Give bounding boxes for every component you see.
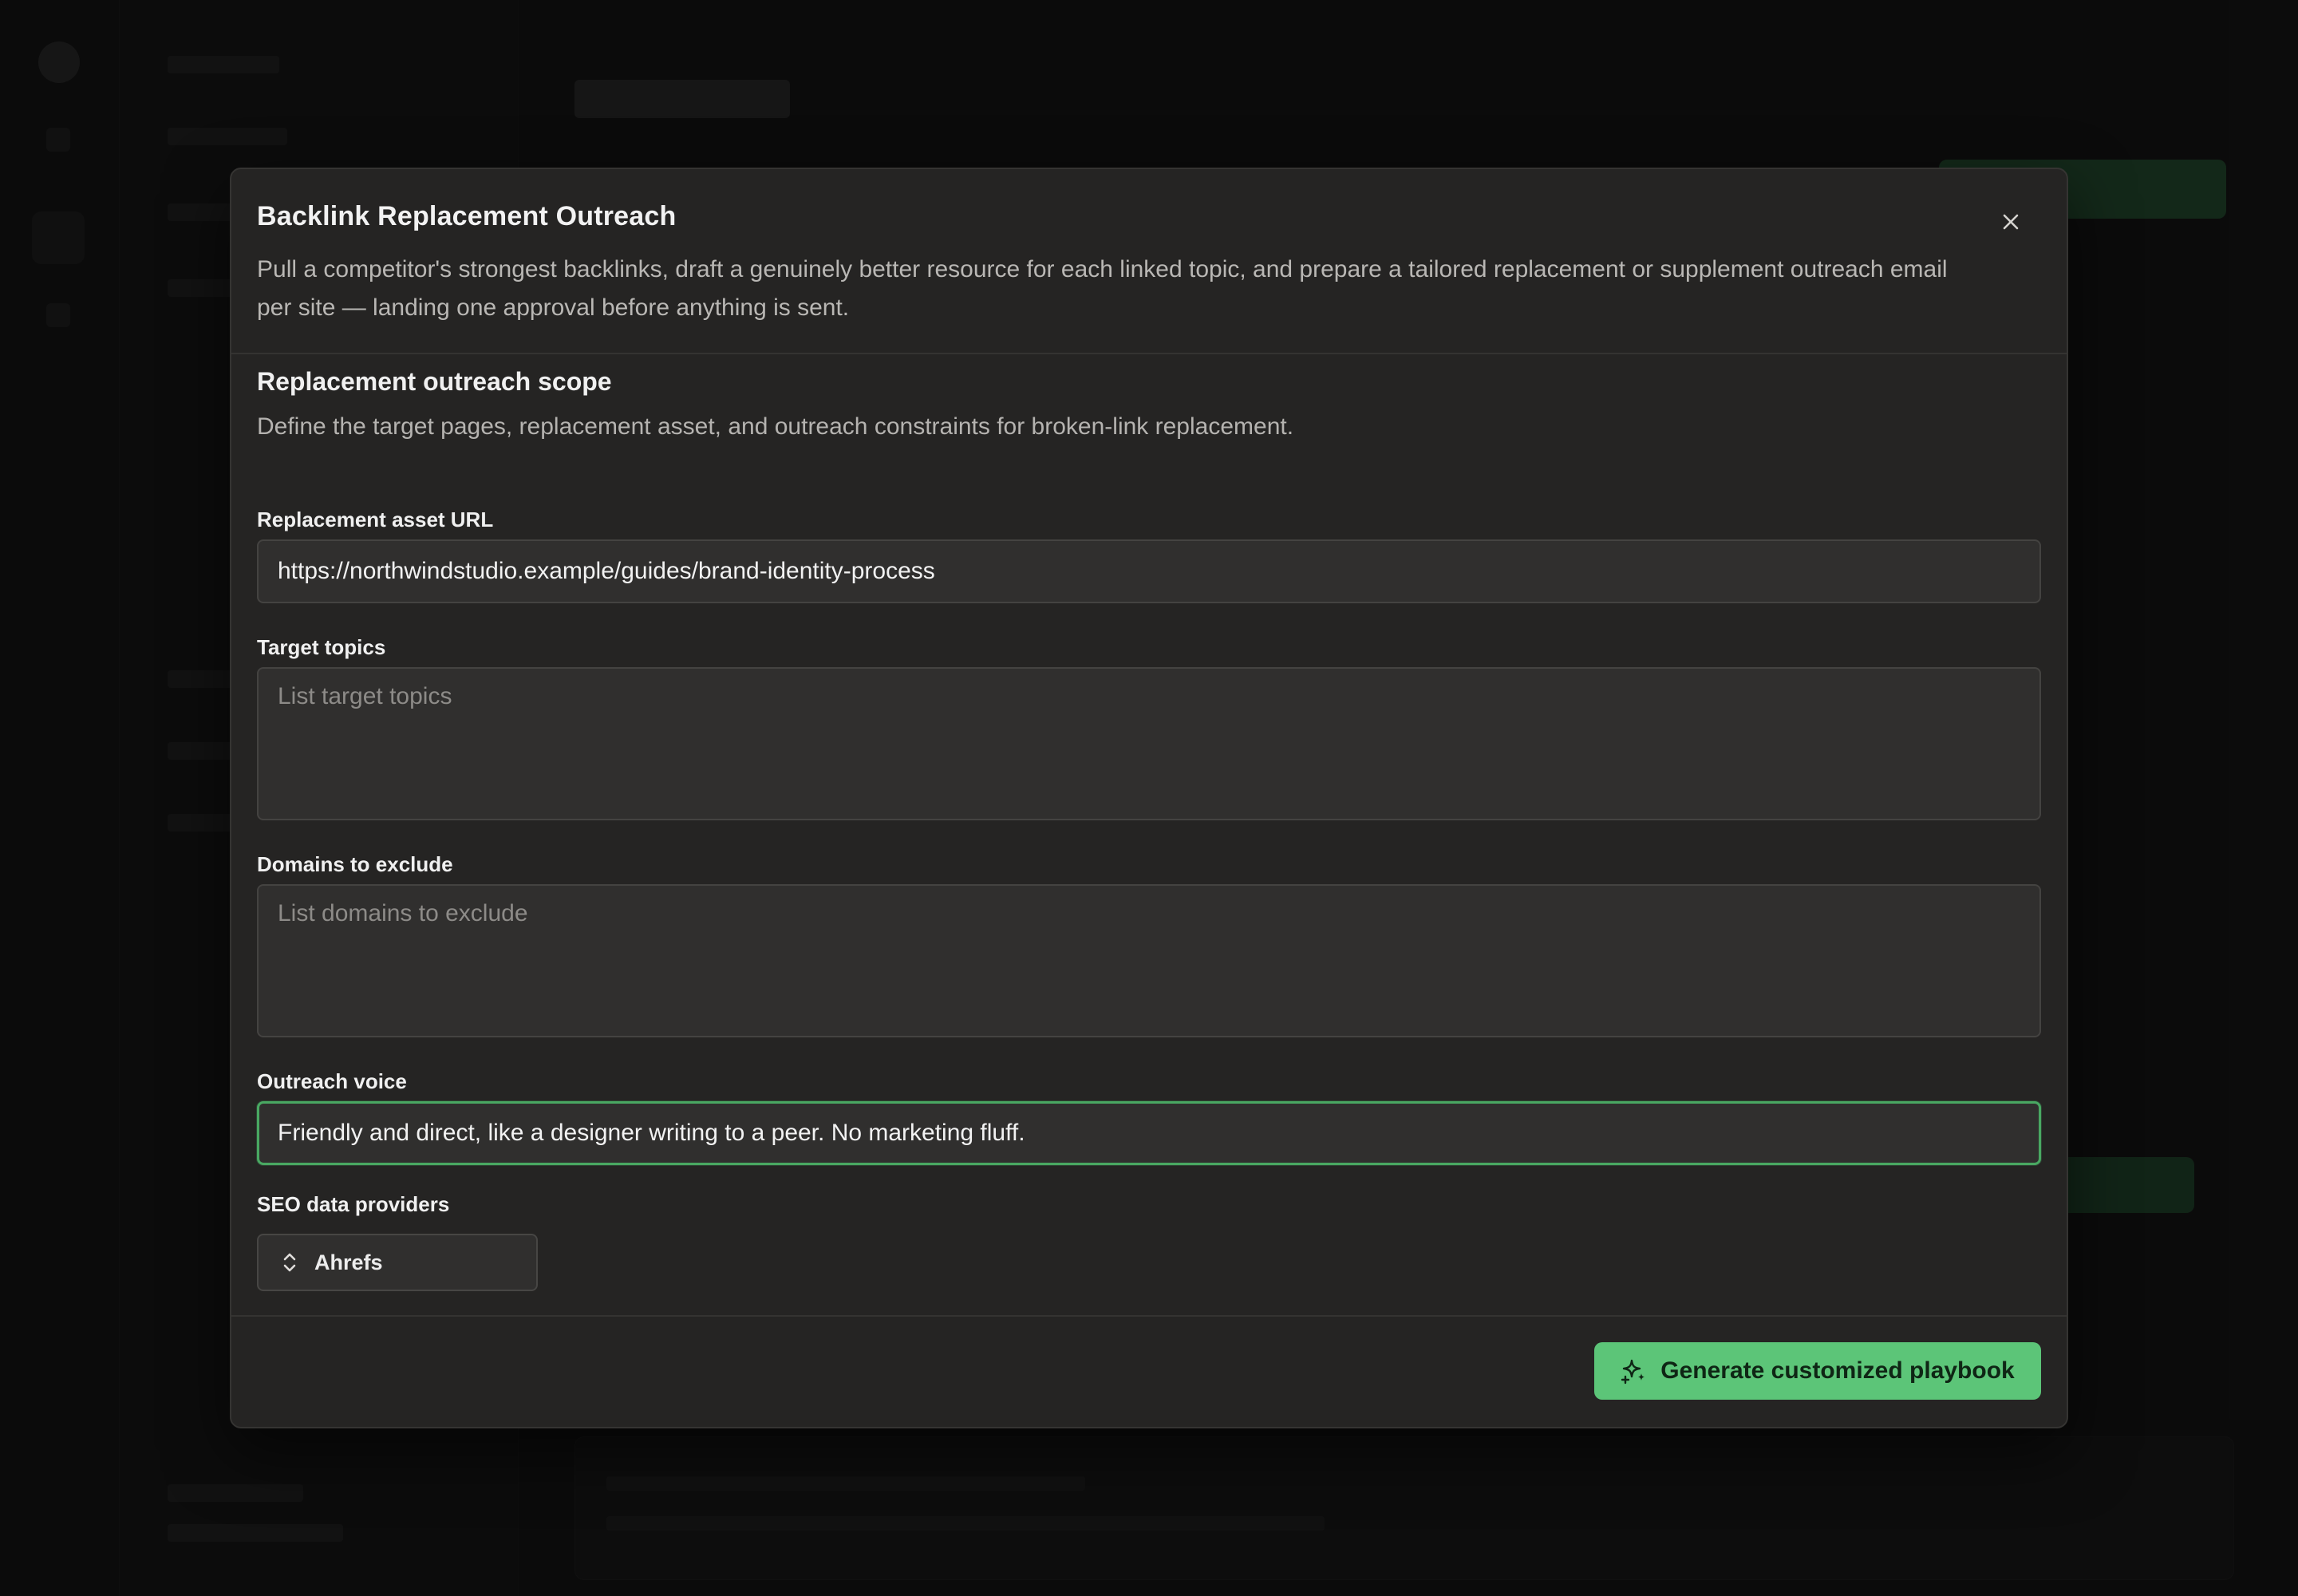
sparkle-icon — [1621, 1359, 1645, 1385]
modal-footer: Generate customized playbook — [231, 1315, 2067, 1427]
asset-url-input[interactable]: https://northwindstudio.example/guides/b… — [257, 539, 2041, 603]
asset-url-label: Replacement asset URL — [257, 508, 494, 531]
chevron-up-down-icon — [283, 1253, 296, 1272]
section-description: Define the target pages, replacement ass… — [257, 413, 1294, 440]
target-topics-label: Target topics — [257, 635, 386, 659]
generate-playbook-label: Generate customized playbook — [1660, 1357, 2015, 1384]
close-icon — [2003, 214, 2019, 230]
modal-title: Backlink Replacement Outreach — [257, 201, 677, 231]
target-topics-textarea[interactable]: List target topics — [257, 667, 2041, 820]
section-title: Replacement outreach scope — [257, 367, 612, 396]
modal-description: Pull a competitor's strongest backlinks,… — [257, 256, 1948, 321]
seo-providers-label: SEO data providers — [257, 1192, 450, 1216]
exclude-domains-textarea[interactable]: List domains to exclude — [257, 884, 2041, 1037]
generate-playbook-button[interactable]: Generate customized playbook — [1594, 1342, 2041, 1400]
close-button[interactable] — [1993, 204, 2028, 239]
target-topics-placeholder: List target topics — [278, 683, 452, 709]
exclude-domains-placeholder: List domains to exclude — [278, 900, 528, 926]
seo-providers-select[interactable]: Ahrefs — [257, 1234, 538, 1291]
outreach-voice-label: Outreach voice — [257, 1069, 407, 1093]
exclude-domains-label: Domains to exclude — [257, 852, 453, 876]
playbook-modal: Backlink Replacement Outreach Pull a com… — [230, 168, 2068, 1428]
outreach-voice-input[interactable]: Friendly and direct, like a designer wri… — [257, 1101, 2041, 1165]
seo-providers-value: Ahrefs — [314, 1250, 383, 1274]
modal-header: Backlink Replacement Outreach Pull a com… — [231, 169, 2067, 354]
